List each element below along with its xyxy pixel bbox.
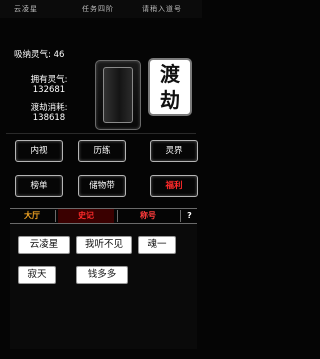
qi-stats-panel: 吸纳灵气: 46 拥有灵气: 132681 渡劫消耗: 138618 [14,42,84,130]
inner-view-button[interactable]: 内视 [15,140,63,162]
training-label: 历练 [93,146,111,156]
player-name: 魂一 [147,239,167,250]
owned-qi-label: 拥有灵气: [30,75,68,85]
absorb-qi-text: 吸纳灵气: 46 [14,50,65,60]
player-list: 云凌星 我听不见 魂一 寂天 钱多多 [10,224,197,349]
spirit-realm-label: 灵界 [165,146,183,156]
player-name: 钱多多 [87,269,117,280]
chat-tabs: 大厅 史记 称号 ? [10,208,197,224]
tab-divider [117,210,118,222]
player-chip-5[interactable]: 钱多多 [76,266,128,284]
welfare-label: 福利 [165,181,183,191]
ranking-label: 榜单 [30,181,48,191]
player-chip-2[interactable]: 我听不见 [76,236,132,254]
tribulation-char-2: 劫 [160,88,180,112]
top-bar: 云凌星 任务四阶 请稍入道号 [0,0,202,18]
spirit-realm-button[interactable]: 灵界 [150,140,198,162]
player-name: 寂天 [27,269,47,280]
tribulation-cost-value: 138618 [32,113,66,123]
training-button[interactable]: 历练 [78,140,126,162]
top-bar-item-2: 任务四阶 [82,5,114,13]
player-chip-4[interactable]: 寂天 [18,266,56,284]
owned-qi-value: 132681 [32,85,66,95]
inner-view-label: 内视 [30,146,48,156]
tab-hall[interactable]: 大厅 [12,209,52,223]
tab-divider [180,210,181,222]
tab-title[interactable]: 称号 [120,209,176,223]
top-bar-item-3: 请稍入道号 [142,5,182,13]
player-chip-3[interactable]: 魂一 [138,236,176,254]
player-name: 我听不见 [84,239,123,250]
welfare-button[interactable]: 福利 [150,175,198,197]
tab-divider [55,210,56,222]
storage-belt-label: 储物带 [89,181,115,191]
storage-belt-button[interactable]: 储物带 [78,175,126,197]
tribulation-char-1: 渡 [160,62,180,86]
artifact-icon [103,67,133,123]
tribulation-button[interactable]: 渡 劫 [148,58,192,116]
tab-history[interactable]: 史记 [58,209,114,223]
tribulation-cost-label: 渡劫消耗: [30,103,68,113]
ranking-button[interactable]: 榜单 [15,175,63,197]
artifact-box[interactable] [95,60,141,130]
top-bar-item-1: 云凌星 [14,5,38,13]
player-chip-1[interactable]: 云凌星 [18,236,70,254]
help-button[interactable]: ? [182,209,197,223]
player-name: 云凌星 [29,239,59,250]
divider [6,133,196,134]
